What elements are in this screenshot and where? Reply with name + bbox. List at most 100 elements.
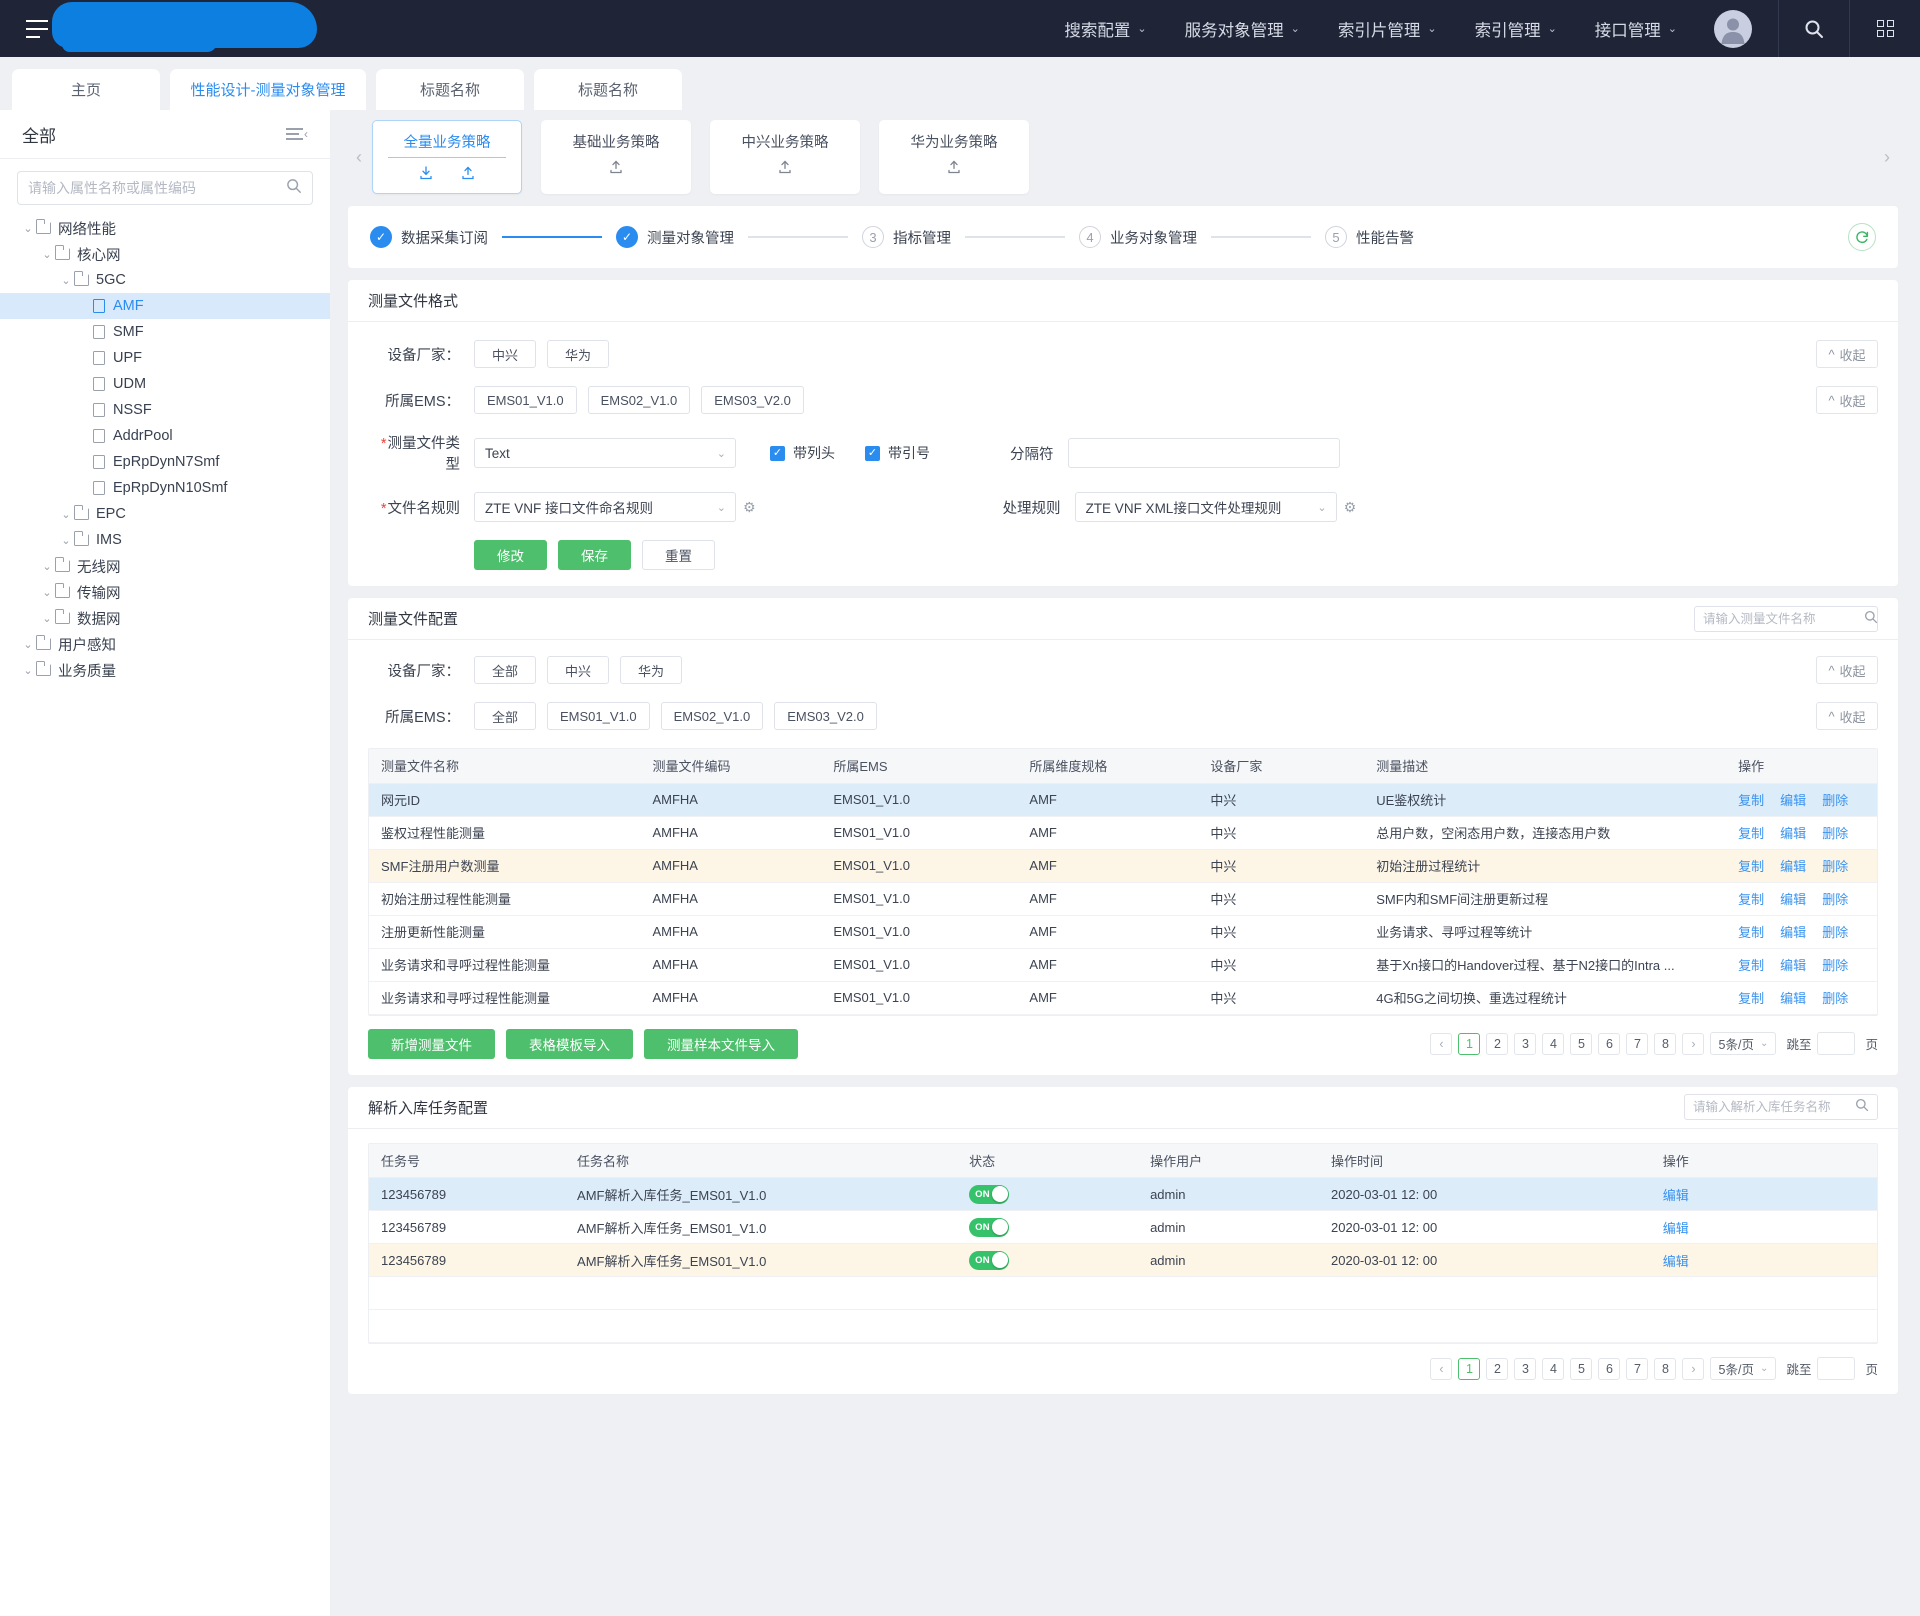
- delete-link[interactable]: 删除: [1822, 793, 1848, 808]
- chevron-down-icon[interactable]: ⌄: [58, 274, 74, 287]
- app-grid-button[interactable]: [1850, 0, 1920, 57]
- upload-icon[interactable]: [460, 165, 476, 181]
- search-icon[interactable]: [1864, 610, 1878, 628]
- file-type-select[interactable]: Text ⌄: [474, 438, 736, 468]
- table-row[interactable]: 鉴权过程性能测量 AMFHA EMS01_V1.0 AMF 中兴 总用户数，空闲态用户数，…: [369, 816, 1877, 850]
- config-page-5-button[interactable]: 5: [1570, 1032, 1593, 1055]
- copy-link[interactable]: 复制: [1738, 859, 1764, 874]
- tab-home[interactable]: 主页: [12, 69, 160, 110]
- tab-performance-design[interactable]: 性能设计-测量对象管理: [170, 69, 366, 110]
- task-page-7-button[interactable]: 7: [1626, 1357, 1649, 1380]
- ems-chip-all[interactable]: 全部: [474, 702, 536, 730]
- tree-node-nssf[interactable]: ⌄NSSF: [0, 397, 330, 423]
- copy-link[interactable]: 复制: [1738, 826, 1764, 841]
- tab-placeholder-1[interactable]: 标题名称: [376, 69, 524, 110]
- tab-placeholder-2[interactable]: 标题名称: [534, 69, 682, 110]
- policy-card-0[interactable]: 全量业务策略: [372, 120, 522, 194]
- tree-node-核心网[interactable]: ⌄ 核心网: [0, 241, 330, 267]
- copy-link[interactable]: 复制: [1738, 958, 1764, 973]
- import-table-template-button[interactable]: 表格模板导入: [506, 1028, 633, 1059]
- table-row[interactable]: 123456789 AMF解析入库任务_EMS01_V1.0 ON admin 2020…: [369, 1243, 1877, 1277]
- task-page-5-button[interactable]: 5: [1570, 1357, 1593, 1380]
- edit-link[interactable]: 编辑: [1780, 826, 1806, 841]
- task-page-2-button[interactable]: 2: [1486, 1357, 1509, 1380]
- sidebar-collapse-button[interactable]: ‹: [286, 127, 308, 141]
- tree-node-upf[interactable]: ⌄UPF: [0, 345, 330, 371]
- table-row[interactable]: 初始注册过程性能测量 AMFHA EMS01_V1.0 AMF 中兴 SMF内和SMF间注…: [369, 882, 1877, 916]
- task-page-6-button[interactable]: 6: [1598, 1357, 1621, 1380]
- edit-link[interactable]: 编辑: [1780, 925, 1806, 940]
- nav-item-service-object-management[interactable]: 服务对象管理 ⌄: [1166, 17, 1319, 41]
- task-next-page-button[interactable]: ›: [1682, 1357, 1705, 1380]
- policy-card-1[interactable]: 基础业务策略: [541, 120, 691, 194]
- modify-button[interactable]: 修改: [474, 540, 547, 570]
- config-prev-page-button[interactable]: ‹: [1430, 1032, 1453, 1055]
- edit-link[interactable]: 编辑: [1780, 958, 1806, 973]
- edit-link[interactable]: 编辑: [1663, 1254, 1689, 1269]
- table-row[interactable]: SMF注册用户数测量 AMFHA EMS01_V1.0 AMF 中兴 初始注册过程统计 复制…: [369, 849, 1877, 883]
- tree-node-eprpdynn10smf[interactable]: ⌄EpRpDynN10Smf: [0, 475, 330, 501]
- delete-link[interactable]: 删除: [1822, 826, 1848, 841]
- chevron-down-icon[interactable]: ⌄: [39, 248, 55, 261]
- vendor-chip-zte[interactable]: 中兴: [547, 656, 609, 684]
- nav-item-search-config[interactable]: 搜索配置 ⌄: [1045, 17, 1165, 41]
- gear-icon[interactable]: ⚙: [743, 499, 756, 516]
- table-row[interactable]: 业务请求和寻呼过程性能测量 AMFHA EMS01_V1.0 AMF 中兴 基于Xn接口的…: [369, 948, 1877, 982]
- delete-link[interactable]: 删除: [1822, 925, 1848, 940]
- config-page-3-button[interactable]: 3: [1514, 1032, 1537, 1055]
- workflow-step-3[interactable]: 3 指标管理: [862, 226, 951, 248]
- tree-node-ims[interactable]: ⌄ IMS: [0, 527, 330, 553]
- measurement-file-search-input[interactable]: [1703, 611, 1864, 626]
- chevron-down-icon[interactable]: ⌄: [39, 586, 55, 599]
- config-jump-input[interactable]: [1817, 1032, 1856, 1055]
- separator-input[interactable]: [1067, 438, 1340, 468]
- tree-node-smf[interactable]: ⌄SMF: [0, 319, 330, 345]
- vendor-collapse-button[interactable]: ^ 收起: [1816, 656, 1878, 684]
- carousel-next-button[interactable]: ›: [1876, 147, 1898, 168]
- chevron-down-icon[interactable]: ⌄: [58, 534, 74, 547]
- attribute-tree[interactable]: ⌄网络性能⌄核心网⌄5GC⌄AMF⌄SMF⌄UPF⌄UDM⌄NSSF⌄AddrP…: [0, 213, 330, 1616]
- edit-link[interactable]: 编辑: [1780, 793, 1806, 808]
- upload-icon[interactable]: [608, 159, 624, 175]
- tree-node-数据网[interactable]: ⌄ 数据网: [0, 605, 330, 631]
- table-row[interactable]: 注册更新性能测量 AMFHA EMS01_V1.0 AMF 中兴 业务请求、寻呼过程等统计…: [369, 915, 1877, 949]
- vendor-chip-all[interactable]: 全部: [474, 656, 536, 684]
- tree-node-amf[interactable]: ⌄AMF: [0, 293, 330, 319]
- sidebar-search-box[interactable]: [17, 171, 313, 205]
- task-page-3-button[interactable]: 3: [1514, 1357, 1537, 1380]
- refresh-button[interactable]: [1848, 223, 1876, 251]
- carousel-prev-button[interactable]: ‹: [348, 147, 370, 168]
- nav-item-index-shard-management[interactable]: 索引片管理 ⌄: [1319, 17, 1456, 41]
- table-row[interactable]: 123456789 AMF解析入库任务_EMS01_V1.0 ON admin 2020…: [369, 1177, 1877, 1211]
- workflow-step-5[interactable]: 5 性能告警: [1325, 226, 1414, 248]
- config-page-1-button[interactable]: 1: [1458, 1032, 1481, 1055]
- vendor-chip-huawei[interactable]: 华为: [547, 340, 609, 368]
- status-toggle[interactable]: ON: [969, 1184, 1010, 1204]
- search-icon[interactable]: [286, 178, 302, 199]
- tree-node-业务质量[interactable]: ⌄ 业务质量: [0, 657, 330, 683]
- workflow-step-4[interactable]: 4 业务对象管理: [1079, 226, 1197, 248]
- config-page-4-button[interactable]: 4: [1542, 1032, 1565, 1055]
- task-page-1-button[interactable]: 1: [1458, 1357, 1481, 1380]
- tree-node-传输网[interactable]: ⌄ 传输网: [0, 579, 330, 605]
- task-jump-input[interactable]: [1817, 1357, 1856, 1380]
- edit-link[interactable]: 编辑: [1780, 892, 1806, 907]
- delete-link[interactable]: 删除: [1822, 892, 1848, 907]
- checkbox-with-quotes[interactable]: ✓ 带引号: [865, 443, 930, 463]
- delete-link[interactable]: 删除: [1822, 958, 1848, 973]
- vendor-chip-huawei[interactable]: 华为: [620, 656, 682, 684]
- status-toggle[interactable]: ON: [969, 1217, 1010, 1237]
- copy-link[interactable]: 复制: [1738, 892, 1764, 907]
- config-next-page-button[interactable]: ›: [1682, 1032, 1705, 1055]
- nav-item-index-management[interactable]: 索引管理 ⌄: [1456, 17, 1576, 41]
- task-prev-page-button[interactable]: ‹: [1430, 1357, 1453, 1380]
- tree-node-addrpool[interactable]: ⌄AddrPool: [0, 423, 330, 449]
- attribute-search-input[interactable]: [28, 180, 286, 196]
- ems-chip-3[interactable]: EMS03_V2.0: [701, 386, 804, 414]
- upload-icon[interactable]: [946, 159, 962, 175]
- filename-rule-select[interactable]: ZTE VNF 接口文件命名规则 ⌄: [474, 492, 736, 522]
- add-measurement-file-button[interactable]: 新增测量文件: [368, 1028, 495, 1059]
- edit-link[interactable]: 编辑: [1663, 1188, 1689, 1203]
- tree-node-udm[interactable]: ⌄UDM: [0, 371, 330, 397]
- edit-link[interactable]: 编辑: [1663, 1221, 1689, 1236]
